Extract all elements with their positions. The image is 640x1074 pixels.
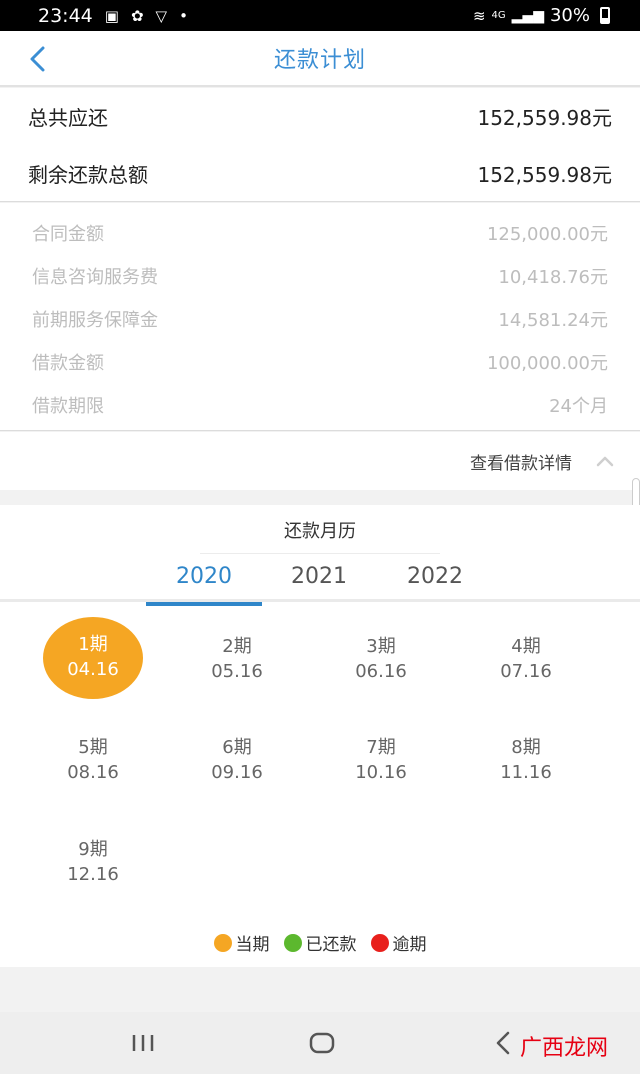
status-legend: 当期 已还款 逾期 [0,930,640,955]
green-dot-icon [283,933,302,952]
divider [200,553,440,554]
detail-value: 100,000.00元 [486,352,608,374]
back-nav-button[interactable] [488,1028,518,1058]
detail-value: 14,581.24元 [498,309,608,331]
app-header: 还款计划 [0,31,640,87]
period-number: 8期 [511,737,541,758]
period-cell[interactable]: 8期 11.16 [471,735,581,785]
status-time: 23:44 [38,4,93,27]
detail-label: 合同金额 [32,223,104,245]
period-number: 9期 [78,839,108,860]
detail-value: 10,418.76元 [498,266,608,288]
tab-year-2021[interactable]: 2021 [261,564,377,602]
signal-icon: ▂▄▆ [511,7,544,24]
summary-label: 总共应还 [28,106,108,130]
page-title: 还款计划 [273,48,366,73]
period-date: 05.16 [211,661,263,682]
detail-value: 24个月 [549,395,608,417]
chevron-up-icon [596,456,614,467]
recent-apps-button[interactable] [128,1028,158,1058]
more-notifications-icon: • [179,6,188,25]
home-icon [309,1032,335,1054]
detail-label: 信息咨询服务费 [32,266,158,288]
summary-row-total: 总共应还 152,559.98元 [0,88,640,145]
period-date: 10.16 [355,762,407,783]
detail-row-contract-amount: 合同金额 125,000.00元 [0,211,640,254]
system-nav-bar: 广西龙网 [0,1012,640,1074]
legend-item-overdue: 逾期 [370,930,427,955]
period-cell[interactable]: 3期 06.16 [326,634,436,684]
detail-row-loan-amount: 借款金额 100,000.00元 [0,340,640,383]
year-tabs: 2020 2021 2022 [0,560,640,606]
detail-label: 前期服务保障金 [32,309,158,331]
detail-row-loan-term: 借款期限 24个月 [0,383,640,426]
loan-details: 合同金额 125,000.00元 信息咨询服务费 10,418.76元 前期服务… [0,203,640,431]
period-date: 07.16 [500,661,552,682]
detail-row-guarantee: 前期服务保障金 14,581.24元 [0,297,640,340]
period-date: 09.16 [211,762,263,783]
toggle-loan-details[interactable]: 查看借款详情 [0,432,640,490]
repayment-summary: 总共应还 152,559.98元 剩余还款总额 152,559.98元 [0,88,640,202]
legend-item-paid: 已还款 [283,930,357,955]
period-number: 2期 [222,636,252,657]
legend-label: 当期 [235,935,270,955]
toggle-label: 查看借款详情 [470,453,572,474]
detail-value: 125,000.00元 [486,223,608,245]
summary-value: 152,559.98元 [477,106,612,130]
period-cell[interactable]: 5期 08.16 [38,735,148,785]
period-cell[interactable]: 6期 09.16 [182,735,292,785]
period-cell[interactable]: 2期 05.16 [182,634,292,684]
shield-notification-icon: ▽ [155,6,168,25]
calendar-title: 还款月历 [284,521,356,542]
app-notification-icon: ✿ [130,6,144,25]
period-date: 06.16 [355,661,407,682]
red-dot-icon [370,933,389,952]
repayment-calendar: 还款月历 2020 2021 2022 1期 04.16 2期 05.16 3期… [0,505,640,967]
tab-year-2020[interactable]: 2020 [146,564,262,606]
period-cell[interactable]: 9期 12.16 [38,837,148,887]
period-date: 11.16 [500,762,552,783]
home-button[interactable] [305,1028,339,1058]
status-right: ≋ 4G ▂▄▆ 30% [473,0,610,31]
watermark-text: 广西龙网 [519,1036,608,1061]
period-number: 4期 [511,636,541,657]
period-number: 6期 [222,737,252,758]
summary-row-remaining: 剩余还款总额 152,559.98元 [0,145,640,202]
orange-dot-icon [213,933,232,952]
period-number: 3期 [366,636,396,657]
battery-percent: 30% [549,5,590,26]
network-type: 4G [491,10,506,21]
battery-icon [600,7,610,24]
tab-year-2022[interactable]: 2022 [377,564,493,602]
gallery-notification-icon: ▣ [104,6,119,25]
detail-label: 借款期限 [32,395,104,417]
detail-label: 借款金额 [32,352,104,374]
wifi-icon: ≋ [472,6,486,25]
legend-item-current: 当期 [213,930,270,955]
recent-apps-icon [132,1035,154,1051]
chevron-left-icon [30,46,45,72]
legend-label: 已还款 [305,935,357,955]
period-cell[interactable]: 4期 07.16 [471,634,581,684]
chevron-left-icon [496,1031,510,1055]
period-date: 08.16 [67,762,119,783]
summary-value: 152,559.98元 [477,163,612,187]
period-cell-current[interactable]: 1期 04.16 [43,617,143,699]
period-cell[interactable]: 7期 10.16 [326,735,436,785]
period-number: 5期 [78,737,108,758]
back-button[interactable] [20,41,56,77]
period-number: 1期 [78,634,108,655]
period-date: 12.16 [67,864,119,885]
status-bar: 23:44 ▣ ✿ ▽ • ≋ 4G ▂▄▆ 30% [0,0,640,31]
legend-label: 逾期 [392,935,427,955]
period-number: 7期 [366,737,396,758]
period-date: 04.16 [67,659,119,680]
summary-label: 剩余还款总额 [28,163,148,187]
detail-row-consulting-fee: 信息咨询服务费 10,418.76元 [0,254,640,297]
